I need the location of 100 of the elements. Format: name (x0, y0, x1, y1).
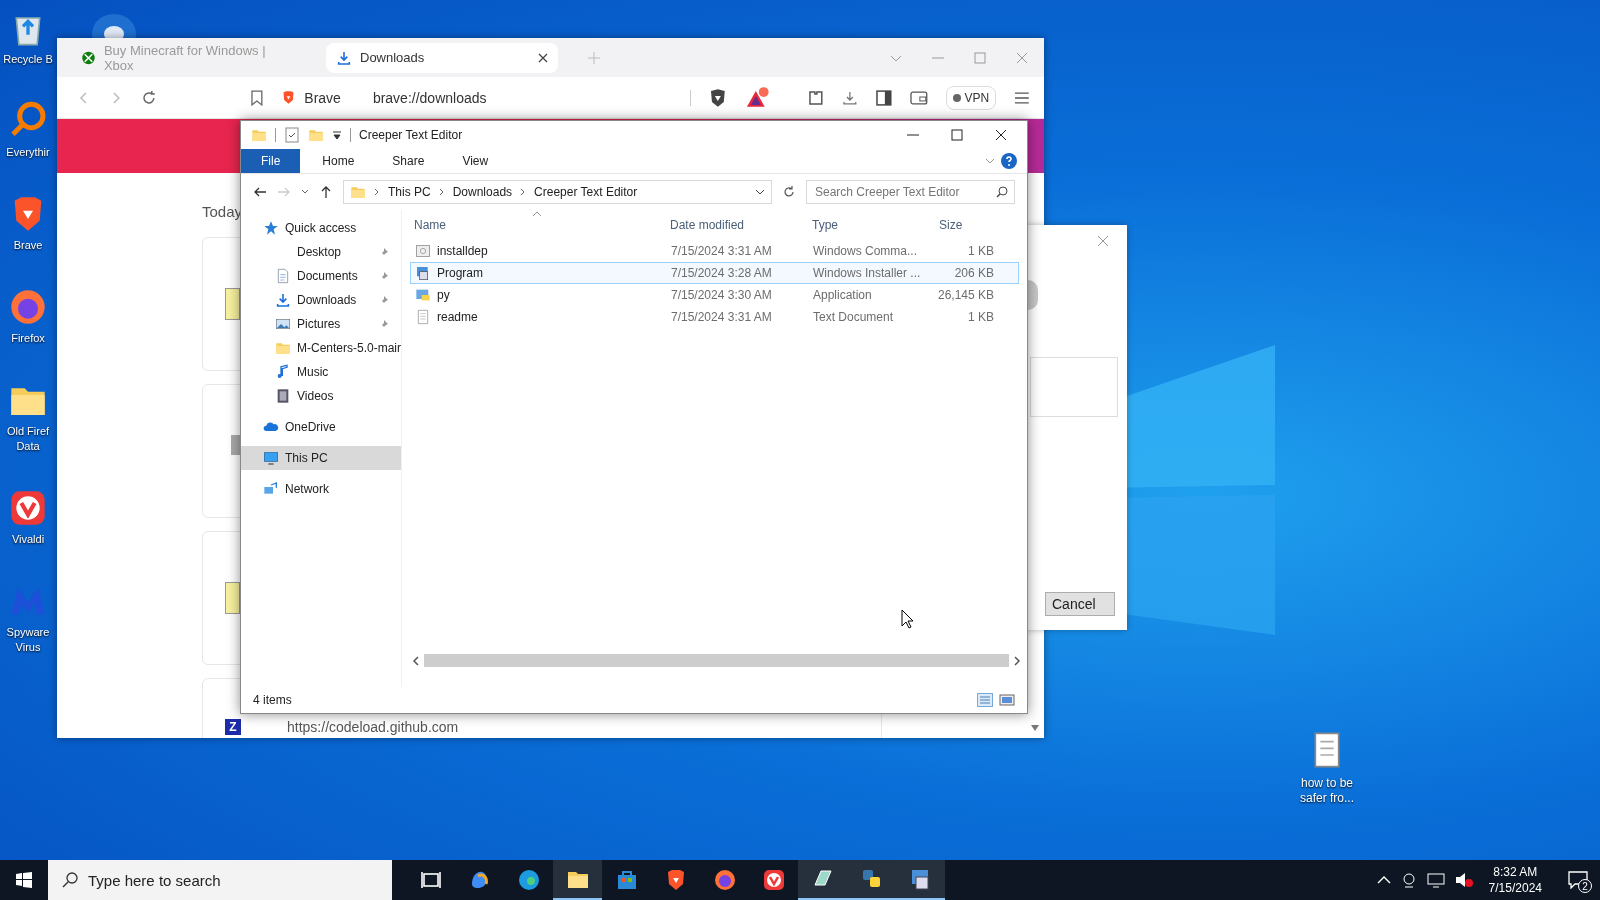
nav-item[interactable]: This PC (241, 446, 401, 470)
file-row[interactable]: Program 7/15/2024 3:28 AM Windows Installer ... 206 KB (410, 262, 1019, 284)
chevron-down-icon[interactable] (301, 188, 309, 196)
network-icon[interactable] (1426, 872, 1445, 888)
scroll-left-icon[interactable] (412, 655, 420, 666)
xbox-icon (81, 49, 96, 66)
refresh-icon[interactable] (782, 185, 796, 199)
thumbnail-view-icon[interactable] (999, 693, 1015, 707)
folder-icon[interactable] (553, 860, 602, 900)
address-bar[interactable]: Brave brave://downloads (281, 89, 692, 106)
shield-icon[interactable] (709, 87, 727, 108)
chevron-right-icon[interactable] (520, 188, 527, 196)
ribbon-tab[interactable]: Home (306, 149, 371, 173)
chevron-right-icon[interactable] (374, 188, 380, 196)
desktop-icon-label[interactable]: Spyware Virus (6, 625, 50, 655)
nav-item[interactable]: Desktop (241, 240, 401, 264)
download-icon (336, 49, 352, 66)
file-name: Program (437, 266, 483, 280)
notebook-icon[interactable] (798, 860, 847, 900)
installer-icon[interactable] (896, 860, 945, 900)
ribbon-tab[interactable]: Share (376, 149, 441, 173)
cancel-button[interactable]: Cancel (1045, 592, 1115, 616)
nav-item[interactable]: Videos (241, 384, 401, 408)
nav-item[interactable]: Network (241, 477, 401, 501)
caret-icon[interactable] (332, 130, 342, 140)
desktop-icon-label[interactable]: Old Firef Data (6, 424, 50, 454)
clock-time[interactable]: 8:32 AM (1493, 864, 1538, 880)
wallet-icon[interactable] (909, 89, 928, 106)
search-field[interactable]: Type here to search (48, 860, 392, 900)
nav-item[interactable]: Quick access (241, 216, 401, 240)
breadcrumb-item[interactable]: Creeper Text Editor (534, 185, 638, 199)
doc-icon (275, 268, 291, 284)
address-bar[interactable]: This PC Downloads Creeper Text Editor (343, 180, 772, 204)
column-header[interactable]: Name (410, 218, 666, 232)
column-header[interactable]: Size (925, 218, 993, 232)
vpn-button[interactable]: VPN (945, 85, 997, 110)
close-icon[interactable] (995, 129, 1007, 141)
download-icon[interactable] (842, 89, 859, 106)
ribbon-tab[interactable]: View (446, 149, 505, 173)
lion-icon (281, 90, 297, 105)
search-field[interactable]: Search Creeper Text Editor (806, 180, 1015, 204)
column-header[interactable]: Date modified (666, 218, 808, 232)
triangle-badge-icon[interactable] (745, 86, 771, 109)
music-icon (275, 364, 291, 380)
desktop-icon-label[interactable]: Recycle B (3, 52, 53, 67)
breadcrumb-item[interactable]: This PC (388, 185, 431, 199)
date-cell-text: 7/15/2024 3:31 AM (670, 310, 773, 324)
file-name: readme (437, 310, 478, 324)
desktop-icon-label[interactable]: Vivaldi (11, 532, 45, 547)
desktop-icon-label[interactable]: Brave (13, 238, 43, 253)
menu-icon[interactable] (1014, 90, 1031, 105)
chevron-right-icon[interactable] (438, 188, 445, 196)
star-icon (263, 220, 279, 236)
close-icon[interactable] (538, 52, 548, 63)
puzzle-icon[interactable] (806, 88, 825, 107)
windows-logo-icon[interactable] (16, 872, 32, 888)
column-header[interactable]: Type (808, 218, 925, 232)
browser-tab[interactable]: Downloads (326, 42, 558, 73)
chevron-down-icon[interactable] (755, 187, 765, 197)
file-name: installdep (437, 244, 488, 258)
sidebar-icon[interactable] (876, 89, 892, 106)
installer-icon (415, 265, 431, 281)
scrollbar-thumb[interactable] (424, 654, 1009, 667)
nav-item[interactable]: OneDrive (241, 415, 401, 439)
size-cell-text: 1 KB (967, 244, 994, 258)
file-row[interactable]: installdep 7/15/2024 3:31 AM Windows Comma... 1 KB (410, 240, 1019, 262)
search-icon[interactable] (996, 186, 1008, 198)
clock-date[interactable]: 7/15/2024 (1488, 880, 1542, 896)
desktop-icon-label[interactable]: Firefox (11, 331, 45, 346)
search-icon (62, 872, 78, 888)
bookmark-icon[interactable] (249, 89, 264, 106)
sort-caret-icon (532, 211, 542, 217)
window-title: Creeper Text Editor (359, 128, 463, 142)
nav-item[interactable]: Music (241, 360, 401, 384)
cmd-icon (415, 243, 431, 259)
speech-bubble-icon[interactable] (1568, 871, 1588, 889)
nav-item[interactable]: Pictures (241, 312, 401, 336)
desktop-icon-label[interactable]: Everythir (6, 145, 50, 160)
size-cell-text: 1 KB (967, 310, 994, 324)
v-icon[interactable] (8, 488, 48, 528)
date-cell-text: 7/15/2024 3:30 AM (670, 288, 773, 302)
chevron-up-icon[interactable] (1376, 875, 1391, 885)
breadcrumb-item[interactable]: Downloads (452, 185, 513, 199)
nav-item[interactable]: Downloads (241, 288, 401, 312)
nav-item[interactable]: Documents (241, 264, 401, 288)
reload-icon[interactable] (140, 89, 157, 106)
type-cell-text: Windows Installer ... (812, 266, 922, 280)
nav-item[interactable]: M-Centers-5.0-mair (241, 336, 401, 360)
checkbox-icon[interactable] (284, 127, 300, 143)
scroll-right-icon[interactable] (1013, 655, 1021, 666)
maximize-icon[interactable] (951, 129, 963, 141)
scroll-down-icon[interactable] (1030, 724, 1040, 732)
back-icon[interactable] (253, 185, 267, 199)
camera-icon[interactable] (1400, 872, 1417, 888)
up-arrow-icon[interactable] (319, 185, 333, 199)
desktop-file-label[interactable]: how to be safer fro... (1300, 776, 1355, 806)
file-row[interactable]: readme 7/15/2024 3:31 AM Text Document 1 KB (410, 306, 1019, 328)
muted-speaker-icon[interactable] (1454, 872, 1473, 888)
help-icon[interactable] (1001, 153, 1017, 169)
file-row[interactable]: py 7/15/2024 3:30 AM Application 26,145 KB (410, 284, 1019, 306)
